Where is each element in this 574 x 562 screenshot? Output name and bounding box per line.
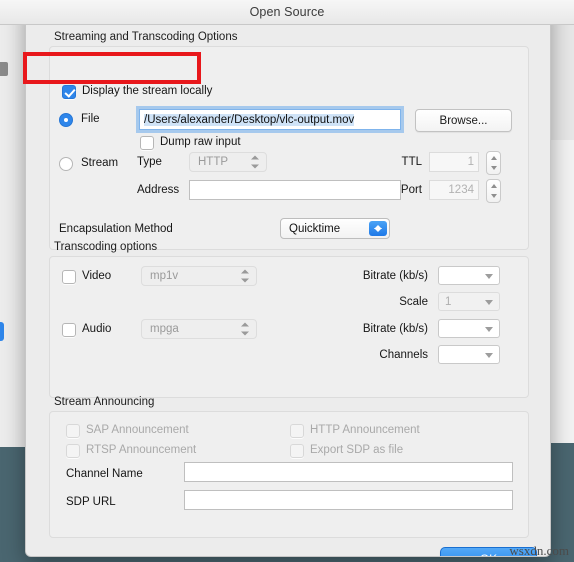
stream-radio[interactable]	[59, 157, 73, 171]
port-label: Port	[400, 184, 422, 196]
audio-channels-combo[interactable]	[438, 345, 500, 364]
audio-codec-value: mpga	[150, 323, 179, 335]
display-stream-locally-checkbox[interactable]	[62, 85, 76, 99]
announcing-group-label: Stream Announcing	[54, 396, 155, 408]
audio-label: Audio	[82, 323, 112, 335]
chevron-updown-icon	[251, 155, 259, 169]
audio-codec-select[interactable]: mpga	[141, 319, 257, 339]
stream-label: Stream	[81, 157, 119, 169]
ttl-value: 1	[467, 156, 474, 168]
dialog-body: Streaming and Transcoding Options Displa…	[26, 24, 550, 556]
encapsulation-value: Quicktime	[289, 222, 341, 235]
port-stepper[interactable]	[486, 179, 501, 203]
http-announcement-checkbox[interactable]	[290, 424, 304, 438]
audio-bitrate-combo[interactable]	[438, 319, 500, 338]
port-input[interactable]: 1234	[429, 180, 479, 200]
encapsulation-label: Encapsulation Method	[59, 223, 173, 235]
chevron-updown-icon	[369, 221, 387, 236]
file-radio[interactable]	[59, 113, 73, 127]
chevron-down-icon	[485, 273, 493, 279]
video-scale-label: Scale	[399, 296, 428, 308]
file-path-value: /Users/alexander/Desktop/vlc-output.mov	[144, 113, 355, 126]
streaming-group-label: Streaming and Transcoding Options	[54, 31, 238, 43]
port-value: 1234	[448, 184, 474, 196]
chevron-down-icon	[485, 326, 493, 332]
chevron-updown-icon	[241, 269, 249, 283]
transcoding-group-label: Transcoding options	[54, 241, 158, 253]
display-stream-locally-label: Display the stream locally	[82, 85, 213, 97]
video-bitrate-combo[interactable]	[438, 266, 500, 285]
sdp-url-label: SDP URL	[66, 496, 116, 508]
ttl-label: TTL	[401, 156, 422, 168]
video-scale-value: 1	[445, 295, 452, 308]
audio-channels-label: Channels	[379, 349, 428, 361]
background-blue-button	[0, 322, 4, 341]
type-label: Type	[137, 156, 162, 168]
channel-name-label: Channel Name	[66, 468, 143, 480]
video-codec-select[interactable]: mp1v	[141, 266, 257, 286]
browse-button[interactable]: Browse...	[415, 109, 512, 132]
http-announcement-label: HTTP Announcement	[310, 424, 420, 436]
video-codec-value: mp1v	[150, 270, 179, 282]
stream-type-select[interactable]: HTTP	[189, 152, 267, 172]
background-handle-icon	[0, 62, 8, 76]
window-titlebar: Open Source	[0, 0, 574, 25]
channel-name-input[interactable]	[184, 462, 513, 482]
video-bitrate-label: Bitrate (kb/s)	[362, 270, 428, 282]
encapsulation-select[interactable]: Quicktime	[280, 218, 390, 239]
audio-checkbox[interactable]	[62, 323, 76, 337]
video-checkbox[interactable]	[62, 270, 76, 284]
sap-announcement-checkbox[interactable]	[66, 424, 80, 438]
audio-bitrate-label: Bitrate (kb/s)	[362, 323, 428, 335]
video-scale-combo[interactable]: 1	[438, 292, 500, 311]
address-label: Address	[137, 184, 180, 196]
file-path-input[interactable]: /Users/alexander/Desktop/vlc-output.mov	[139, 109, 401, 130]
window-title: Open Source	[249, 5, 325, 19]
rtsp-announcement-checkbox[interactable]	[66, 444, 80, 458]
file-label: File	[81, 113, 100, 125]
stream-address-input[interactable]	[189, 180, 401, 200]
video-label: Video	[82, 270, 112, 282]
ttl-input[interactable]: 1	[429, 152, 479, 172]
dump-raw-input-checkbox[interactable]	[140, 136, 154, 150]
stream-type-value: HTTP	[198, 156, 229, 168]
sdp-url-input[interactable]	[184, 490, 513, 510]
watermark-text: wsxdn.com	[509, 543, 569, 558]
chevron-down-icon	[485, 299, 493, 305]
ttl-stepper[interactable]	[486, 151, 501, 175]
sap-announcement-label: SAP Announcement	[86, 424, 189, 436]
export-sdp-label: Export SDP as file	[310, 444, 404, 456]
chevron-updown-icon	[241, 322, 249, 336]
open-source-dialog: Streaming and Transcoding Options Displa…	[25, 0, 551, 557]
rtsp-announcement-label: RTSP Announcement	[86, 444, 197, 456]
export-sdp-checkbox[interactable]	[290, 444, 304, 458]
chevron-down-icon	[485, 352, 493, 358]
dump-raw-input-label: Dump raw input	[160, 136, 241, 148]
